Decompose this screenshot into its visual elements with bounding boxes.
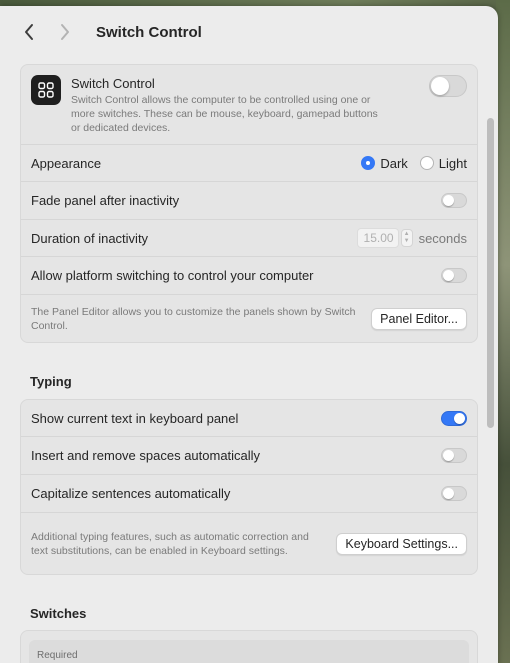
radio-light[interactable] [419, 156, 434, 170]
platform-switching-toggle[interactable] [441, 268, 467, 283]
duration-stepper-group: 15.00 ▲ ▼ seconds [356, 228, 467, 248]
forward-button[interactable] [52, 19, 78, 45]
platform-switching-row: Allow platform switching to control your… [21, 257, 477, 295]
typing-section-title: Typing [30, 374, 72, 389]
fade-panel-toggle[interactable] [441, 193, 467, 208]
vertical-scrollbar[interactable] [487, 118, 494, 428]
panel-editor-description: The Panel Editor allows you to customize… [31, 305, 356, 332]
duration-stepper[interactable]: ▲ ▼ [400, 229, 413, 247]
switch-control-title: Switch Control [71, 76, 155, 91]
required-switches-box: Required [29, 640, 469, 663]
capitalize-toggle[interactable] [441, 486, 467, 501]
keyboard-settings-button[interactable]: Keyboard Settings... [336, 532, 467, 555]
panel-editor-row: The Panel Editor allows you to customize… [21, 295, 477, 342]
switch-control-toggle[interactable] [429, 75, 467, 97]
page-title: Switch Control [96, 23, 202, 41]
settings-content: Switch Control Switch Control allows the… [0, 58, 498, 663]
switch-control-description: Switch Control allows the computer to be… [71, 94, 378, 134]
desktop-background [496, 0, 510, 663]
platform-switching-label: Allow platform switching to control your… [31, 268, 314, 283]
appearance-row: Appearance Dark Light [21, 145, 477, 182]
chevron-right-icon [61, 24, 69, 40]
show-text-label: Show current text in keyboard panel [31, 410, 239, 426]
panel-editor-button[interactable]: Panel Editor... [371, 307, 467, 330]
duration-unit: seconds [418, 230, 467, 246]
switch-control-row: Switch Control Switch Control allows the… [21, 65, 477, 145]
back-button[interactable] [16, 19, 42, 45]
switch-control-group: Switch Control Switch Control allows the… [20, 64, 478, 343]
spaces-label: Insert and remove spaces automatically [31, 448, 261, 463]
switch-control-text: Switch Control Switch Control allows the… [71, 75, 389, 135]
duration-field[interactable]: 15.00 [356, 228, 399, 248]
settings-window: Switch Control Switch Control Switch Con… [0, 6, 498, 663]
fade-panel-label: Fade panel after inactivity [31, 193, 180, 208]
appearance-dark-option[interactable]: Dark [361, 155, 408, 171]
capitalize-label: Capitalize sentences automatically [31, 486, 231, 501]
switch-control-app-icon [31, 75, 61, 105]
keyboard-settings-row: Additional typing features, such as auto… [21, 513, 477, 574]
spaces-toggle[interactable] [441, 448, 467, 463]
show-text-row: Show current text in keyboard panel [21, 400, 477, 437]
duration-label: Duration of inactivity [31, 230, 149, 246]
fade-panel-row: Fade panel after inactivity [21, 182, 477, 220]
typing-footer-description: Additional typing features, such as auto… [31, 530, 309, 557]
appearance-dark-label: Dark [380, 155, 408, 171]
appearance-light-option[interactable]: Light [419, 155, 467, 171]
duration-row: Duration of inactivity 15.00 ▲ ▼ seconds [21, 220, 477, 257]
chevron-left-icon [25, 24, 33, 40]
typing-group: Show current text in keyboard panel Inse… [20, 399, 478, 575]
capitalize-row: Capitalize sentences automatically [21, 475, 477, 513]
switches-section-title: Switches [30, 606, 87, 621]
appearance-label: Appearance [31, 155, 102, 171]
required-label: Required [37, 650, 78, 661]
radio-dark[interactable] [361, 156, 376, 170]
appearance-light-label: Light [438, 155, 467, 171]
appearance-radio-group: Dark Light [349, 156, 467, 171]
toolbar: Switch Control [0, 6, 498, 58]
spaces-row: Insert and remove spaces automatically [21, 437, 477, 475]
show-text-toggle[interactable] [441, 410, 467, 426]
